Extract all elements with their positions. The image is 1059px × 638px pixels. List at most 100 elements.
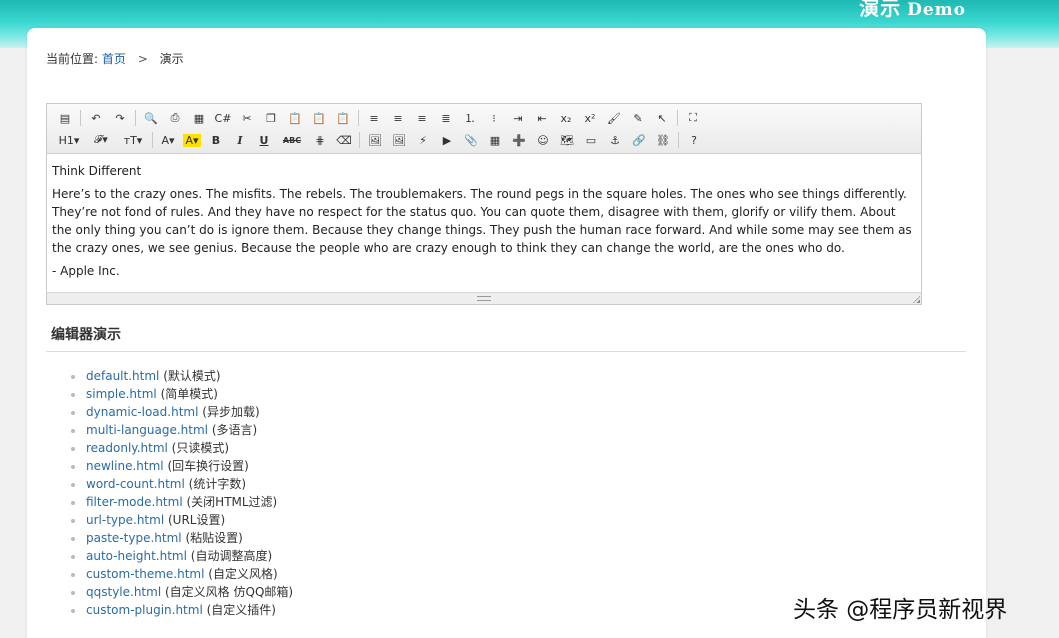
table-icon[interactable]: ▦ bbox=[483, 130, 507, 150]
media-icon[interactable]: ▶ bbox=[435, 130, 459, 150]
breadcrumb-current: 演示 bbox=[159, 52, 184, 66]
source-icon[interactable]: ▤ bbox=[53, 108, 77, 128]
demo-link[interactable]: filter-mode.html bbox=[86, 495, 183, 509]
resize-grip-icon[interactable] bbox=[477, 296, 491, 301]
editor-body-text: Here’s to the crazy ones. The misfits. T… bbox=[52, 187, 912, 255]
multi-image-icon[interactable]: 🖼 bbox=[387, 130, 411, 150]
flash-icon[interactable]: ⚡ bbox=[411, 130, 435, 150]
clear-format-glyph: 🖌 bbox=[607, 111, 621, 125]
demo-link[interactable]: simple.html bbox=[86, 387, 157, 401]
font-size-glyph: тT▾ bbox=[123, 133, 143, 147]
demo-description: (异步加载) bbox=[202, 405, 260, 419]
image-icon[interactable]: 🖼 bbox=[363, 130, 387, 150]
hr-icon[interactable]: ➕ bbox=[507, 130, 531, 150]
site-subtitle: Demo bbox=[907, 0, 966, 20]
demo-description: (自动调整高度) bbox=[190, 549, 273, 563]
link-glyph: 🔗 bbox=[632, 133, 646, 147]
print-icon[interactable]: ⎙ bbox=[163, 108, 187, 128]
template-icon[interactable]: ▦ bbox=[187, 108, 211, 128]
toolbar-row-2: H1▾ 𝓕▾ тT▾ A▾ A▾ B I U ABC ⋕ ⌫ 🖼 🖼 ⚡ ▶ 📎 ▦ ➕ ☺ 🗺 ▭ ⚓ 🔗 ⛓? bbox=[53, 129, 921, 151]
attachment-icon[interactable]: 📎 bbox=[459, 130, 483, 150]
copy-glyph: ❐ bbox=[266, 111, 276, 125]
demo-link[interactable]: custom-theme.html bbox=[86, 567, 204, 581]
editor-content-area[interactable]: Think Different Here’s to the crazy ones… bbox=[47, 154, 921, 292]
demo-link[interactable]: multi-language.html bbox=[86, 423, 208, 437]
demo-list-item: paste-type.html (粘贴设置) bbox=[71, 529, 293, 547]
paste-word-icon[interactable]: 📋 bbox=[331, 108, 355, 128]
demo-link[interactable]: dynamic-load.html bbox=[86, 405, 198, 419]
line-height-glyph: ⋕ bbox=[315, 133, 325, 147]
ordered-list-icon[interactable]: ⒈ bbox=[458, 108, 482, 128]
outdent-icon[interactable]: ⇤ bbox=[530, 108, 554, 128]
multi-image-glyph: 🖼 bbox=[392, 133, 406, 147]
underline-icon[interactable]: U bbox=[252, 130, 276, 150]
site-title-text: 演示 bbox=[859, 0, 902, 20]
clear-format-icon[interactable]: 🖌 bbox=[602, 108, 626, 128]
page-break-icon[interactable]: ▭ bbox=[579, 130, 603, 150]
demo-list-item: auto-height.html (自动调整高度) bbox=[71, 547, 293, 565]
anchor-icon[interactable]: ⚓ bbox=[603, 130, 627, 150]
demo-list-item: simple.html (简单模式) bbox=[71, 385, 293, 403]
help-icon[interactable]: ? bbox=[682, 130, 706, 150]
undo-icon[interactable]: ↶ bbox=[84, 108, 108, 128]
preview-icon[interactable]: 🔍 bbox=[139, 108, 163, 128]
demo-link[interactable]: custom-plugin.html bbox=[86, 603, 203, 617]
highlight-icon[interactable]: A▾ bbox=[180, 130, 204, 150]
toolbar-separator bbox=[678, 132, 679, 148]
select-all-glyph: ↖ bbox=[657, 111, 667, 125]
italic-icon[interactable]: I bbox=[228, 130, 252, 150]
eraser-glyph: ⌫ bbox=[336, 133, 352, 147]
unordered-list-icon[interactable]: ⁝ bbox=[482, 108, 506, 128]
quick-format-icon[interactable]: ✎ bbox=[626, 108, 650, 128]
align-right-icon[interactable]: ≡ bbox=[410, 108, 434, 128]
select-all-icon[interactable]: ↖ bbox=[650, 108, 674, 128]
align-center-icon[interactable]: ≡ bbox=[386, 108, 410, 128]
indent-glyph: ⇥ bbox=[513, 111, 523, 125]
demo-link[interactable]: default.html bbox=[86, 369, 159, 383]
code-icon[interactable]: C# bbox=[211, 108, 235, 128]
link-icon[interactable]: 🔗 bbox=[627, 130, 651, 150]
underline-glyph: U bbox=[259, 133, 269, 147]
heading-icon[interactable]: H1▾ bbox=[53, 130, 85, 150]
unlink-icon[interactable]: ⛓ bbox=[651, 130, 675, 150]
demo-link[interactable]: auto-height.html bbox=[86, 549, 187, 563]
fullscreen-icon[interactable]: ⛶ bbox=[681, 108, 705, 128]
font-color-glyph: A▾ bbox=[161, 133, 175, 147]
breadcrumb-home-link[interactable]: 首页 bbox=[102, 52, 126, 66]
demo-link[interactable]: word-count.html bbox=[86, 477, 185, 491]
paste-icon[interactable]: 📋 bbox=[283, 108, 307, 128]
demo-list-item: url-type.html (URL设置) bbox=[71, 511, 293, 529]
strikethrough-icon[interactable]: ABC bbox=[276, 130, 308, 150]
copy-icon[interactable]: ❐ bbox=[259, 108, 283, 128]
rich-text-editor: ▤ ↶ ↷ 🔍 ⎙ ▦ C# ✂ ❐ 📋 📋 📋 ≡ ≡ ≡ ≣ ⒈ ⁝ ⇥ ⇤ x₂ x² 🖌 ✎ ↖ ⛶ H1▾ 𝓕▾ тT▾ A▾… bbox=[46, 103, 922, 305]
demo-list-item: readonly.html (只读模式) bbox=[71, 439, 293, 457]
demo-description: (默认模式) bbox=[163, 369, 221, 383]
subscript-icon[interactable]: x₂ bbox=[554, 108, 578, 128]
align-justify-icon[interactable]: ≣ bbox=[434, 108, 458, 128]
breadcrumb-prefix: 当前位置: bbox=[46, 52, 99, 66]
demo-link[interactable]: url-type.html bbox=[86, 513, 164, 527]
demo-link[interactable]: qqstyle.html bbox=[86, 585, 161, 599]
emoticon-icon[interactable]: ☺ bbox=[531, 130, 555, 150]
bold-icon[interactable]: B bbox=[204, 130, 228, 150]
demo-link[interactable]: readonly.html bbox=[86, 441, 168, 455]
indent-icon[interactable]: ⇥ bbox=[506, 108, 530, 128]
line-height-icon[interactable]: ⋕ bbox=[308, 130, 332, 150]
font-family-icon[interactable]: 𝓕▾ bbox=[85, 130, 117, 150]
main-panel: 当前位置: 首页 > 演示 ▤ ↶ ↷ 🔍 ⎙ ▦ C# ✂ ❐ 📋 📋 📋 ≡ ≡ ≡ ≣ ⒈ ⁝ ⇥ ⇤ x₂ x² 🖌… bbox=[27, 28, 986, 638]
resize-corner-icon[interactable] bbox=[913, 296, 920, 303]
font-size-icon[interactable]: тT▾ bbox=[117, 130, 149, 150]
paste-plain-icon[interactable]: 📋 bbox=[307, 108, 331, 128]
demo-link[interactable]: newline.html bbox=[86, 459, 164, 473]
subscript-glyph: x₂ bbox=[560, 111, 572, 125]
breadcrumb-separator: > bbox=[137, 52, 148, 66]
align-left-icon[interactable]: ≡ bbox=[362, 108, 386, 128]
map-icon[interactable]: 🗺 bbox=[555, 130, 579, 150]
superscript-icon[interactable]: x² bbox=[578, 108, 602, 128]
demo-link[interactable]: paste-type.html bbox=[86, 531, 182, 545]
cut-icon[interactable]: ✂ bbox=[235, 108, 259, 128]
font-color-icon[interactable]: A▾ bbox=[156, 130, 180, 150]
source-glyph: ▤ bbox=[59, 111, 71, 125]
redo-icon[interactable]: ↷ bbox=[108, 108, 132, 128]
eraser-icon[interactable]: ⌫ bbox=[332, 130, 356, 150]
